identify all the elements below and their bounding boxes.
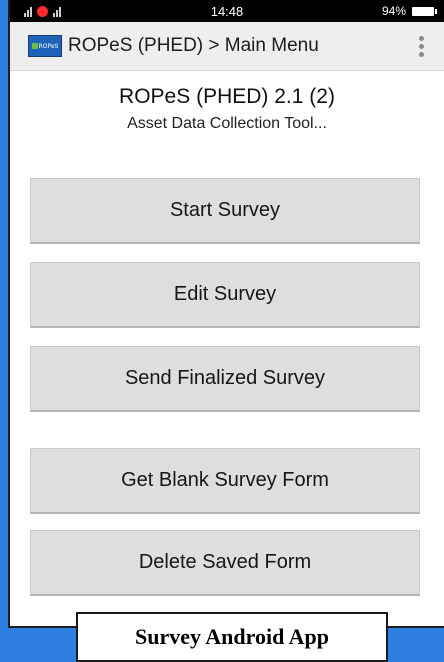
battery-percent: 94% xyxy=(381,4,406,18)
action-bar-title: ROPeS (PHED) > Main Menu xyxy=(68,35,319,56)
signal-icon-2 xyxy=(53,6,61,17)
signal-icon xyxy=(24,6,32,17)
action-bar: ROPeS ROPeS (PHED) > Main Menu xyxy=(10,22,444,71)
app-logo: ROPeS xyxy=(28,35,62,57)
phone-screen: 14:48 94% ROPeS ROPeS (PHED) > Main Menu… xyxy=(8,0,444,628)
status-icons-right: 94% xyxy=(381,4,437,18)
status-bar: 14:48 94% xyxy=(10,0,444,22)
delete-saved-form-button[interactable]: Delete Saved Form xyxy=(30,530,420,596)
app-title: ROPeS (PHED) 2.1 (2) xyxy=(119,85,335,108)
send-finalized-survey-button[interactable]: Send Finalized Survey xyxy=(30,346,420,412)
app-subtitle: Asset Data Collection Tool... xyxy=(127,115,327,132)
start-survey-button[interactable]: Start Survey xyxy=(30,178,420,244)
status-icons-left xyxy=(24,5,61,17)
logo-text: ROPeS xyxy=(38,42,59,50)
record-icon xyxy=(37,5,48,17)
figure-caption: Survey Android App xyxy=(76,612,388,662)
logo-leaf-icon xyxy=(31,43,38,49)
clock: 14:48 xyxy=(210,3,244,19)
get-blank-survey-form-button[interactable]: Get Blank Survey Form xyxy=(30,448,420,514)
edit-survey-button[interactable]: Edit Survey xyxy=(30,262,420,328)
battery-icon xyxy=(412,6,437,16)
overflow-menu-icon[interactable] xyxy=(406,31,436,61)
